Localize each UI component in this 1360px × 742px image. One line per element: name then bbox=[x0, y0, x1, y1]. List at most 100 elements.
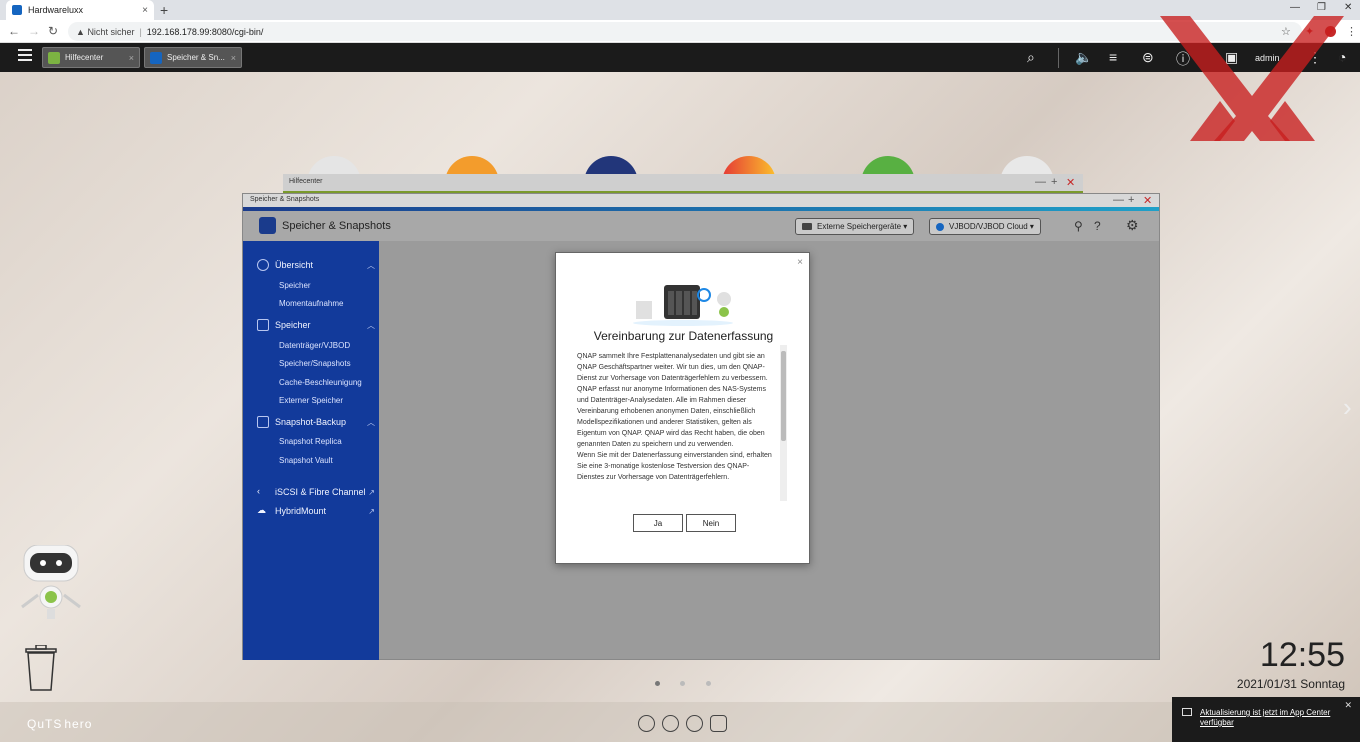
sidebar-section-label: Snapshot-Backup bbox=[275, 417, 347, 427]
help-center-window: Hilfecenter — + ✕ bbox=[283, 174, 1083, 194]
window-title: Speicher & Snapshots bbox=[250, 196, 320, 203]
app-title: Speicher & Snapshots bbox=[282, 220, 391, 232]
external-devices-dropdown[interactable]: Externe Speichergeräte ▾ bbox=[795, 218, 915, 235]
window-titlebar[interactable]: Speicher & Snapshots — + ✕ bbox=[243, 194, 1159, 207]
sidebar-section-label: Übersicht bbox=[275, 260, 314, 270]
new-tab-button[interactable]: + bbox=[160, 2, 168, 18]
message-icon bbox=[1182, 708, 1192, 716]
help-app-icon bbox=[48, 51, 60, 64]
window-close-icon[interactable]: ✕ bbox=[1344, 2, 1352, 13]
dialog-scrollbar[interactable] bbox=[780, 345, 787, 501]
dock-cloud-icon[interactable] bbox=[638, 715, 655, 732]
scrollbar-thumb[interactable] bbox=[781, 351, 786, 441]
maximize-icon[interactable]: + bbox=[1051, 176, 1057, 188]
iscsi-icon: ‹ bbox=[257, 486, 260, 496]
sidebar: Übersicht ︿ Speicher Momentaufnahme Spei… bbox=[243, 241, 379, 660]
sidebar-item-cache[interactable]: Cache-Beschleunigung bbox=[279, 378, 362, 387]
sidebar-item-iscsi[interactable]: ‹ iSCSI & Fibre Channel ↗ bbox=[257, 486, 375, 498]
sidebar-section-snapshot-backup[interactable]: Snapshot-Backup ︿ bbox=[257, 416, 375, 428]
help-icon[interactable]: ? bbox=[1094, 219, 1101, 233]
main-menu-icon[interactable] bbox=[18, 49, 32, 61]
next-page-arrow-icon[interactable]: › bbox=[1343, 392, 1352, 423]
search-icon[interactable]: ⌕ bbox=[1027, 49, 1035, 66]
sidebar-section-storage[interactable]: Speicher ︿ bbox=[257, 319, 375, 331]
storage-logo-icon bbox=[259, 217, 276, 234]
dropdown-label: VJBOD/VJBOD Cloud bbox=[949, 222, 1028, 231]
address-input[interactable]: ▲ Nicht sicher | 192.168.178.99:8080/cgi… bbox=[68, 22, 1302, 41]
sidebar-item-speicher[interactable]: Speicher bbox=[279, 281, 311, 290]
dialog-paragraph: Wenn Sie mit der Datenerfassung einverst… bbox=[577, 452, 772, 481]
sidebar-item-snapshot-replica[interactable]: Snapshot Replica bbox=[279, 437, 342, 446]
sidebar-item-disks[interactable]: Datenträger/VJBOD bbox=[279, 341, 350, 350]
sidebar-item-external-storage[interactable]: Externer Speicher bbox=[279, 396, 343, 405]
database-icon bbox=[257, 319, 269, 331]
page-indicator-dot[interactable] bbox=[655, 681, 660, 686]
settings-gear-icon[interactable]: ⚙ bbox=[1126, 217, 1139, 234]
dialog-paragraph: QNAP sammelt Ihre Festplattenanalysedate… bbox=[577, 353, 768, 382]
hybridmount-icon: ☁ bbox=[257, 505, 266, 515]
close-icon[interactable]: ✕ bbox=[1143, 194, 1152, 207]
sidebar-item-momentaufnahme[interactable]: Momentaufnahme bbox=[279, 299, 343, 308]
maximize-icon[interactable]: + bbox=[1128, 194, 1134, 206]
minimize-icon[interactable]: — bbox=[1113, 194, 1124, 206]
restore-icon[interactable]: ❐ bbox=[1317, 2, 1326, 13]
background-tasks-icon[interactable]: ≡ bbox=[1109, 49, 1117, 65]
reload-icon[interactable]: ↻ bbox=[48, 24, 58, 38]
watermark-logo bbox=[1160, 16, 1344, 141]
dialog-paragraph: QNAP erfasst nur anonyme Informationen d… bbox=[577, 386, 766, 448]
sidebar-item-storage-snapshots[interactable]: Speicher/Snapshots bbox=[279, 359, 351, 368]
browser-tab-title: Hardwareluxx bbox=[28, 5, 84, 15]
taskbar-tab-storage[interactable]: Speicher & Sn... × bbox=[144, 47, 242, 68]
close-icon[interactable]: × bbox=[129, 53, 134, 63]
bottom-dock bbox=[0, 702, 1360, 742]
dialog-body[interactable]: QNAP sammelt Ihre Festplattenanalysedate… bbox=[577, 351, 774, 501]
browser-addressbar: ← → ↻ ▲ Nicht sicher | 192.168.178.99:80… bbox=[0, 20, 1360, 43]
vjbod-cloud-dropdown[interactable]: VJBOD/VJBOD Cloud ▾ bbox=[929, 218, 1041, 235]
sidebar-item-snapshot-vault[interactable]: Snapshot Vault bbox=[279, 456, 333, 465]
url-text: 192.168.178.99:8080/cgi-bin/ bbox=[146, 26, 264, 37]
sidebar-item-hybridmount[interactable]: ☁ HybridMount ↗ bbox=[257, 505, 375, 517]
trash-icon[interactable] bbox=[24, 645, 58, 691]
dock-sync-icon[interactable] bbox=[710, 715, 727, 732]
sidebar-section-overview[interactable]: Übersicht ︿ bbox=[257, 259, 375, 271]
browser-menu-icon[interactable]: ⋮ bbox=[1346, 25, 1357, 38]
app-header: Speicher & Snapshots Externe Speicherger… bbox=[243, 211, 1159, 241]
search-tools-icon[interactable]: ⚲ bbox=[1074, 219, 1083, 233]
browser-tab[interactable]: Hardwareluxx × bbox=[6, 0, 154, 20]
sidebar-section-label: HybridMount bbox=[275, 506, 327, 516]
external-device-icon[interactable]: ⊜ bbox=[1142, 49, 1154, 66]
qnap-topbar: Hilfecenter × Speicher & Sn... × ⌕ 🔈 ≡ ⊜… bbox=[0, 43, 1360, 72]
nas-robot-illustration bbox=[633, 285, 733, 326]
no-button[interactable]: Nein bbox=[686, 514, 736, 532]
assistant-robot-icon[interactable] bbox=[18, 545, 84, 623]
sidebar-section-label: Speicher bbox=[275, 320, 311, 330]
taskbar-tab-hilfecenter[interactable]: Hilfecenter × bbox=[42, 47, 140, 68]
quts-brand-logo: QuTS hero bbox=[25, 708, 92, 734]
minimize-icon[interactable]: — bbox=[1035, 176, 1046, 188]
close-icon[interactable]: × bbox=[231, 53, 236, 63]
taskbar-tab-label: Speicher & Sn... bbox=[167, 53, 225, 62]
page-indicator-dot[interactable] bbox=[706, 681, 711, 686]
minimize-icon[interactable]: — bbox=[1290, 2, 1300, 13]
brand-name: QuTS bbox=[27, 717, 63, 731]
close-icon[interactable]: ✕ bbox=[1066, 176, 1075, 189]
browser-tabbar: Hardwareluxx × + — ❐ ✕ bbox=[0, 0, 1360, 20]
brand-suffix: hero bbox=[64, 717, 93, 731]
dialog-close-icon[interactable]: × bbox=[797, 257, 803, 268]
close-tab-icon[interactable]: × bbox=[142, 5, 148, 16]
notification-link[interactable]: Aktualisierung ist jetzt im App Center v… bbox=[1200, 708, 1350, 728]
security-label: Nicht sicher bbox=[87, 26, 135, 37]
data-collection-dialog: × Vereinbarung zur Datenerfassung QNAP s… bbox=[555, 252, 810, 564]
volume-icon[interactable]: 🔈 bbox=[1075, 49, 1092, 66]
yes-button[interactable]: Ja bbox=[633, 514, 683, 532]
dock-search-icon[interactable] bbox=[662, 715, 679, 732]
notification-close-icon[interactable]: ✕ bbox=[1344, 700, 1352, 711]
page-indicator-dot[interactable] bbox=[680, 681, 685, 686]
dock-apps-icon[interactable] bbox=[686, 715, 703, 732]
forward-icon[interactable]: → bbox=[28, 24, 40, 38]
external-link-icon: ↗ bbox=[368, 506, 375, 516]
divider bbox=[1058, 48, 1059, 68]
gauge-icon bbox=[257, 259, 269, 271]
update-notification[interactable]: Aktualisierung ist jetzt im App Center v… bbox=[1172, 697, 1360, 742]
back-icon[interactable]: ← bbox=[8, 24, 20, 38]
